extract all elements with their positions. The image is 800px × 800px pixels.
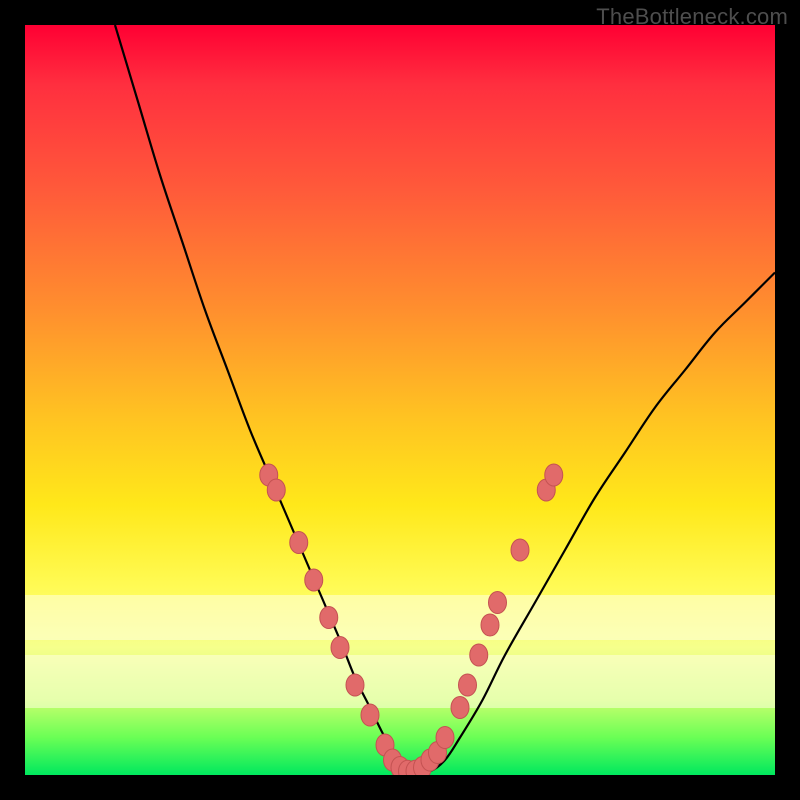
data-marker: [331, 637, 349, 659]
data-marker: [451, 697, 469, 719]
data-marker: [320, 607, 338, 629]
data-marker: [436, 727, 454, 749]
data-marker: [489, 592, 507, 614]
data-marker: [545, 464, 563, 486]
data-marker: [305, 569, 323, 591]
bottleneck-curve: [115, 25, 775, 773]
data-marker: [470, 644, 488, 666]
chart-frame: TheBottleneck.com: [0, 0, 800, 800]
source-watermark: TheBottleneck.com: [596, 4, 788, 30]
plot-area: [25, 25, 775, 775]
data-marker: [481, 614, 499, 636]
data-marker: [511, 539, 529, 561]
data-marker: [267, 479, 285, 501]
chart-overlay: [25, 25, 775, 775]
data-marker: [346, 674, 364, 696]
data-marker: [290, 532, 308, 554]
markers-group: [260, 464, 563, 775]
data-marker: [361, 704, 379, 726]
data-marker: [459, 674, 477, 696]
